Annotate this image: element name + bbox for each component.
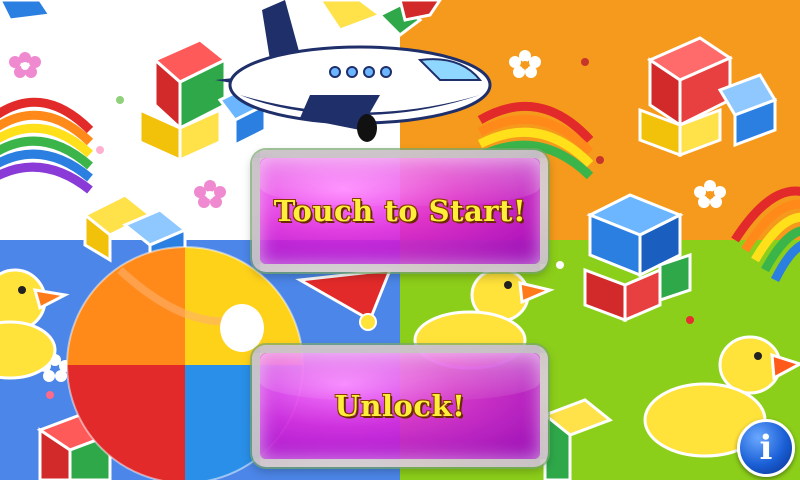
info-icon: i	[759, 428, 773, 468]
building-blocks	[583, 193, 692, 323]
touch-to-start-button[interactable]: Touch to Start!	[252, 150, 548, 272]
party-hat	[295, 268, 393, 331]
rainbow-ring-stacker	[731, 186, 800, 283]
building-blocks	[638, 36, 778, 158]
flower-icon	[9, 52, 41, 78]
rainbow-ring-stacker	[0, 97, 94, 194]
flower-icon	[194, 180, 226, 208]
unlock-button-label: Unlock!	[334, 389, 466, 423]
start-button-label: Touch to Start!	[273, 194, 527, 228]
building-blocks	[0, 0, 442, 37]
info-button[interactable]: i	[737, 419, 795, 477]
unlock-button[interactable]: Unlock!	[252, 345, 548, 467]
